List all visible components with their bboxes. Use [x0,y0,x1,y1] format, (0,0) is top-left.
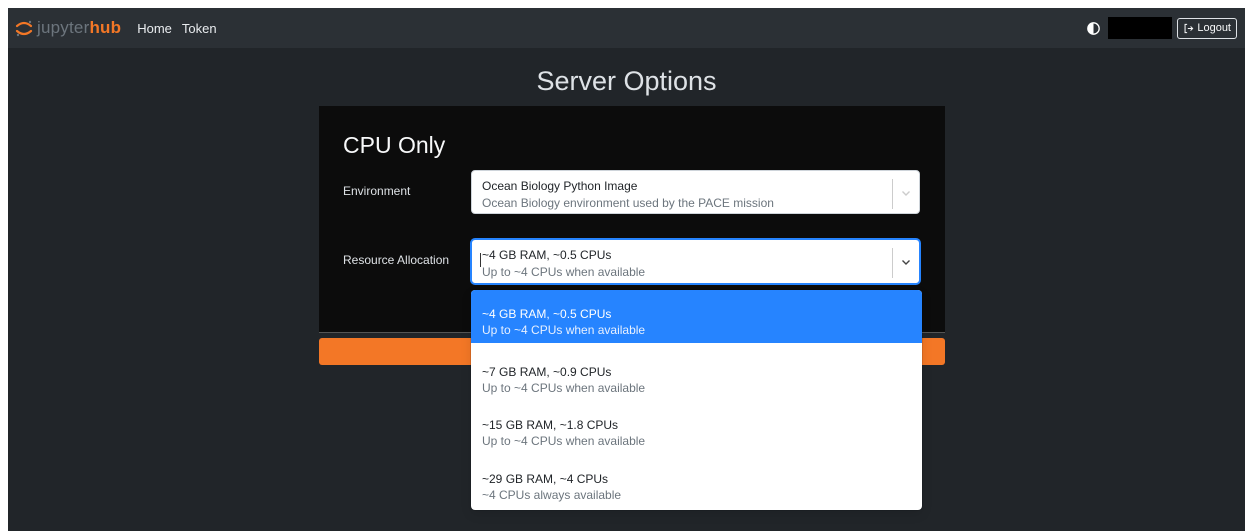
resource-option-desc: ~4 CPUs always available [482,488,622,502]
resource-dropdown-menu: ~4 GB RAM, ~0.5 CPUs Up to ~4 CPUs when … [471,290,922,510]
resource-allocation-label: Resource Allocation [343,253,450,267]
resource-value-title: ~4 GB RAM, ~0.5 CPUs [482,248,612,262]
navbar: jupyterhub Home Token Logout [8,8,1245,48]
page-title: Server Options [536,66,717,96]
resource-option[interactable]: ~7 GB RAM, ~0.9 CPUs Up to ~4 CPUs when … [471,348,922,401]
logout-icon [1184,23,1194,33]
resource-option[interactable]: ~29 GB RAM, ~4 CPUs ~4 CPUs always avail… [471,455,922,508]
logout-label: Logout [1197,22,1231,34]
jupyter-logo-icon [15,20,33,37]
resource-option[interactable]: ~4 GB RAM, ~0.5 CPUs Up to ~4 CPUs when … [471,290,922,343]
resource-allocation-select[interactable]: ~4 GB RAM, ~0.5 CPUs Up to ~4 CPUs when … [471,239,920,284]
resource-option-desc: Up to ~4 CPUs when available [482,323,646,337]
app-window: jupyterhub Home Token Logout Server Opti… [8,8,1245,531]
brand-jupyter: jupyter [37,18,90,37]
resource-select-separator [892,248,893,278]
resource-option-title: ~7 GB RAM, ~0.9 CPUs [482,365,612,379]
theme-toggle-icon[interactable] [1087,21,1101,35]
resource-value-desc: Up to ~4 CPUs when available [482,265,646,279]
resource-option-title: ~29 GB RAM, ~4 CPUs [482,472,609,486]
brand-name: jupyterhub [37,18,121,38]
environment-select-separator [892,179,893,209]
environment-select[interactable]: Ocean Biology Python Image Ocean Biology… [471,170,920,214]
logout-button[interactable]: Logout [1177,17,1237,39]
navbar-right: Logout [1087,17,1237,39]
environment-value-title: Ocean Biology Python Image [482,179,638,193]
nav-home-link[interactable]: Home [137,21,172,36]
chevron-down-icon[interactable] [901,257,911,267]
environment-label: Environment [343,184,411,198]
resource-option-title: ~4 GB RAM, ~0.5 CPUs [482,307,612,321]
resource-option-desc: Up to ~4 CPUs when available [482,434,646,448]
environment-value-desc: Ocean Biology environment used by the PA… [482,196,774,210]
brand-hub: hub [89,18,122,37]
resource-option[interactable]: ~15 GB RAM, ~1.8 CPUs Up to ~4 CPUs when… [471,401,922,454]
username-redacted [1108,17,1173,39]
resource-option-desc: Up to ~4 CPUs when available [482,381,646,395]
resource-option-title: ~15 GB RAM, ~1.8 CPUs [482,418,619,432]
text-caret [480,253,481,267]
profile-title: CPU Only [343,132,446,158]
jupyterhub-logo[interactable]: jupyterhub [14,18,121,38]
chevron-down-icon[interactable] [901,188,911,198]
nav-token-link[interactable]: Token [182,21,217,36]
